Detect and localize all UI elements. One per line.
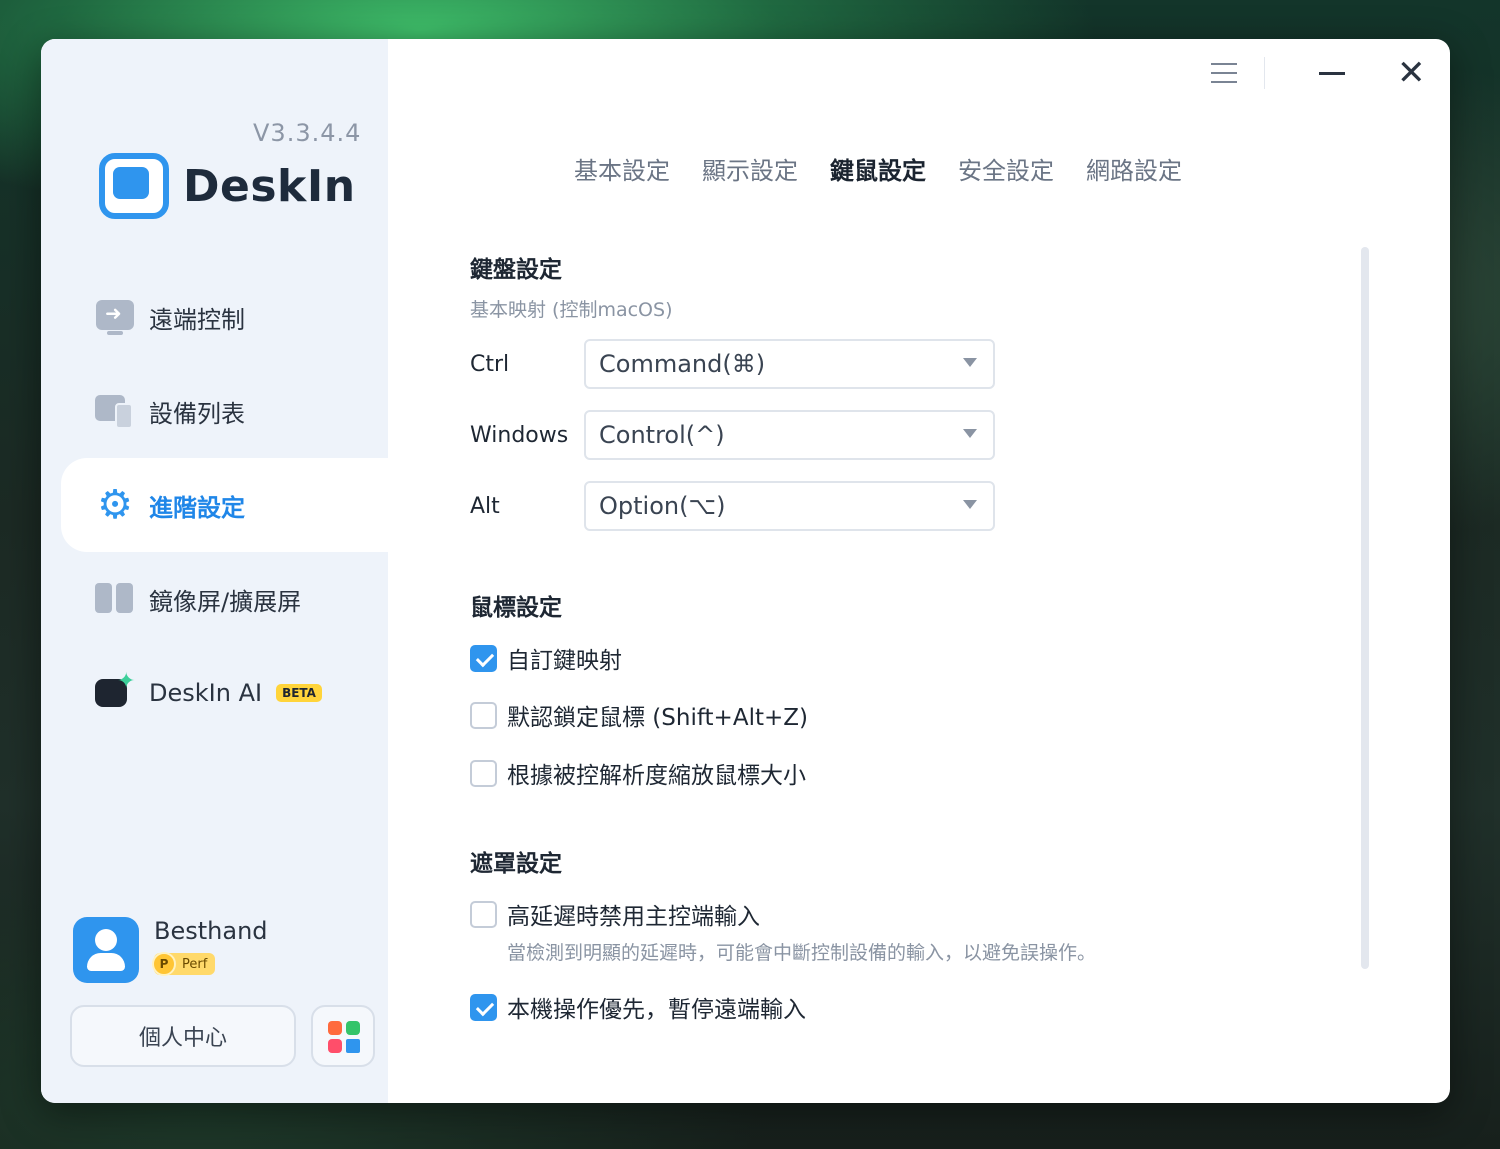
mapping-key-windows: Windows (470, 423, 569, 448)
checkbox[interactable] (470, 900, 497, 928)
mask-section-title: 遮罩設定 (470, 851, 562, 877)
checkbox-checked[interactable] (470, 644, 497, 672)
app-name: DeskIn (183, 160, 356, 212)
checkbox[interactable] (470, 759, 497, 787)
checkbox[interactable] (470, 701, 497, 729)
beta-badge: BETA (276, 684, 322, 702)
chevron-down-icon (963, 358, 977, 367)
mapping-key-ctrl: Ctrl (470, 352, 510, 377)
hamburger-menu-icon[interactable] (1211, 61, 1237, 87)
topbar-divider (1264, 57, 1265, 89)
device-list-icon (95, 391, 135, 431)
sidebar-item-label: 進階設定 (149, 493, 245, 522)
scale-cursor-option[interactable]: 根據被控解析度縮放鼠標大小 (470, 756, 806, 790)
apps-button[interactable] (311, 1005, 375, 1067)
keyboard-section-subtitle: 基本映射 (控制macOS) (470, 299, 673, 321)
minimize-icon[interactable] (1319, 72, 1345, 75)
membership-badge: P Perf (152, 952, 216, 976)
gear-icon: ⚙ (97, 482, 133, 528)
settings-content[interactable]: 鍵盤設定 基本映射 (控制macOS) Ctrl Command(⌘) Wind… (470, 244, 1350, 1037)
user-name: Besthand (154, 917, 268, 945)
tab-security-settings[interactable]: 安全設定 (958, 151, 1054, 186)
latency-option-description: 當檢測到明顯的延遲時，可能會中斷控制設備的輸入，以避免誤操作。 (507, 942, 1097, 964)
sidebar-item-label: 設備列表 (149, 399, 245, 428)
sidebar-item-label: 遠端控制 (149, 305, 245, 334)
sidebar-item-label: DeskIn AI (149, 679, 263, 707)
disable-input-on-latency-option[interactable]: 高延遲時禁用主控端輸入 (470, 897, 760, 931)
apps-grid-icon (328, 1021, 360, 1053)
custom-key-mapping-option[interactable]: 自訂鍵映射 (470, 641, 622, 675)
app-window: V3.3.4.4 DeskIn 遠端控制 設備列表 ⚙ 進階設定 (41, 39, 1450, 1103)
deskin-ai-icon: ✦ (95, 669, 135, 713)
sidebar-item-remote-control[interactable]: 遠端控制 (61, 270, 388, 364)
user-card: Besthand P Perf (73, 917, 268, 983)
profile-center-button[interactable]: 個人中心 (70, 1005, 296, 1067)
tab-keyboard-mouse-settings[interactable]: 鍵鼠設定 (830, 151, 926, 186)
sidebar-item-device-list[interactable]: 設備列表 (61, 364, 388, 458)
tab-basic-settings[interactable]: 基本設定 (574, 151, 670, 186)
mirror-screen-icon (95, 579, 135, 619)
content-scrollbar[interactable] (1361, 247, 1369, 969)
chevron-down-icon (963, 500, 977, 509)
ctrl-mapping-select[interactable]: Command(⌘) (584, 339, 995, 389)
deskin-logo-icon (99, 153, 169, 219)
lock-mouse-option[interactable]: 默認鎖定鼠標 (Shift+Alt+Z) (470, 698, 808, 732)
sidebar-item-advanced-settings[interactable]: ⚙ 進階設定 (61, 458, 388, 552)
alt-mapping-select[interactable]: Option(⌥) (584, 481, 995, 531)
sidebar: V3.3.4.4 DeskIn 遠端控制 設備列表 ⚙ 進階設定 (41, 39, 388, 1103)
keyboard-section-title: 鍵盤設定 (470, 257, 562, 283)
sidebar-item-label: 鏡像屏/擴展屏 (149, 587, 302, 616)
sidebar-item-mirror-screen[interactable]: 鏡像屏/擴展屏 (61, 552, 388, 646)
mapping-key-alt: Alt (470, 494, 500, 519)
remote-control-icon (95, 297, 135, 337)
tab-network-settings[interactable]: 網路設定 (1086, 151, 1182, 186)
app-version: V3.3.4.4 (253, 119, 362, 147)
chevron-down-icon (963, 429, 977, 438)
sidebar-item-deskin-ai[interactable]: ✦ DeskIn AI BETA (61, 646, 388, 740)
tab-display-settings[interactable]: 顯示設定 (702, 151, 798, 186)
avatar[interactable] (73, 917, 139, 983)
windows-mapping-select[interactable]: Control(^) (584, 410, 995, 460)
checkbox-checked[interactable] (470, 993, 497, 1021)
settings-tabs: 基本設定 顯示設定 鍵鼠設定 安全設定 網路設定 (574, 151, 1214, 186)
app-logo: DeskIn (99, 153, 356, 219)
close-icon[interactable]: ✕ (1397, 55, 1426, 91)
mouse-section-title: 鼠標設定 (470, 595, 562, 621)
local-priority-option[interactable]: 本機操作優先，暫停遠端輸入 (470, 990, 806, 1024)
